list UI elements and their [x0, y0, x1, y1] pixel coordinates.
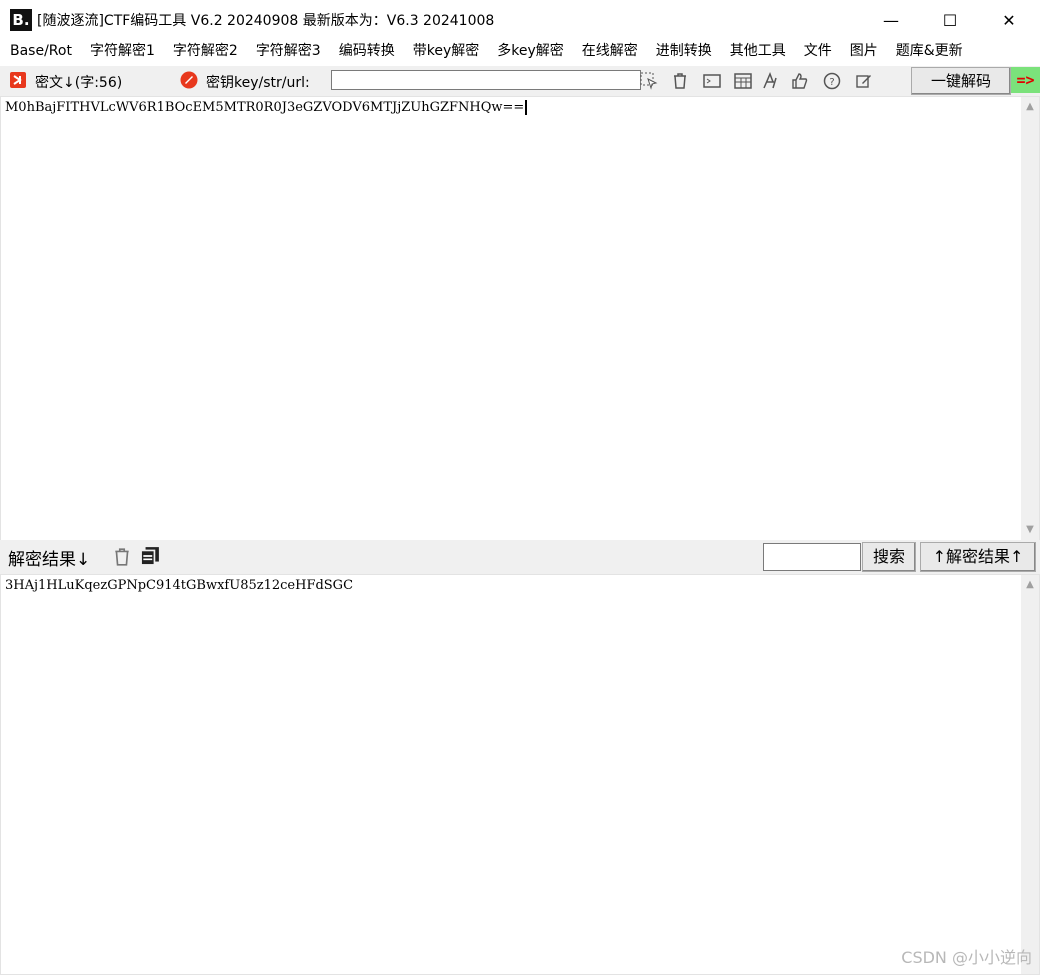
search-input[interactable] — [763, 543, 861, 571]
maximize-button[interactable]: ☐ — [921, 0, 979, 40]
menu-questions-update[interactable]: 题库&更新 — [886, 40, 963, 64]
title-bar: B. [随波逐流]CTF编码工具 V6.2 20240908 最新版本为：V6.… — [0, 0, 1040, 40]
search-button[interactable]: 搜索 — [862, 542, 916, 572]
menu-key-decode[interactable]: 带key解密 — [403, 40, 480, 64]
scroll-down-arrow-icon[interactable]: ▼ — [1021, 522, 1039, 538]
menu-image[interactable]: 图片 — [840, 40, 878, 64]
menu-file[interactable]: 文件 — [794, 40, 832, 64]
menu-other-tools[interactable]: 其他工具 — [720, 40, 786, 64]
window-title: [随波逐流]CTF编码工具 V6.2 20240908 最新版本为：V6.3 2… — [37, 13, 495, 29]
result-scrollbar[interactable]: ▲ — [1021, 575, 1039, 974]
scroll-up-arrow-icon[interactable]: ▲ — [1021, 99, 1039, 115]
menu-char-decode-1[interactable]: 字符解密1 — [80, 40, 155, 64]
result-textarea[interactable]: 3HAj1HLuKqezGPNpC914tGBwxfU85z12ceHFdSGC… — [0, 574, 1040, 975]
trash-icon[interactable] — [669, 70, 691, 92]
watermark: CSDN @小小逆向 — [901, 948, 1032, 967]
menu-char-decode-3[interactable]: 字符解密3 — [246, 40, 321, 64]
help-icon[interactable]: ? — [821, 70, 843, 92]
result-up-button[interactable]: ↑解密结果↑ — [920, 542, 1036, 572]
menu-encoding-convert[interactable]: 编码转换 — [329, 40, 395, 64]
menu-base-convert[interactable]: 进制转换 — [646, 40, 712, 64]
font-icon[interactable] — [759, 70, 781, 92]
result-text: 3HAj1HLuKqezGPNpC914tGBwxfU85z12ceHFdSGC — [5, 578, 354, 593]
app-logo-icon: B. — [10, 9, 32, 31]
menu-multi-key-decode[interactable]: 多key解密 — [487, 40, 564, 64]
cipher-scrollbar[interactable]: ▲ ▼ — [1021, 97, 1039, 540]
terminal-icon[interactable] — [701, 70, 723, 92]
menu-bar: Base/Rot 字符解密1 字符解密2 字符解密3 编码转换 带key解密 多… — [0, 40, 1040, 64]
cipher-textarea[interactable]: M0hBajFITHVLcWV6R1BOcEM5MTR0R0J3eGZVODV6… — [0, 96, 1040, 541]
table-icon[interactable] — [732, 70, 754, 92]
close-button[interactable]: ✕ — [980, 0, 1038, 40]
minimize-button[interactable]: — — [862, 0, 920, 40]
result-trash-icon[interactable] — [112, 547, 132, 571]
svg-text:?: ? — [829, 77, 834, 88]
result-scroll-up-arrow-icon[interactable]: ▲ — [1021, 577, 1039, 593]
one-click-decode-button[interactable]: 一键解码 — [911, 67, 1011, 95]
thumbs-up-icon[interactable] — [789, 70, 811, 92]
result-label: 解密结果↓ — [8, 550, 91, 570]
import-icon[interactable] — [9, 71, 27, 93]
cipher-text: M0hBajFITHVLcWV6R1BOcEM5MTR0R0J3eGZVODV6… — [5, 100, 528, 115]
menu-base-rot[interactable]: Base/Rot — [0, 40, 72, 64]
arrow-indicator[interactable]: => — [1011, 67, 1040, 93]
key-label: 密钥key/str/url: — [206, 75, 310, 91]
menu-online-decode[interactable]: 在线解密 — [572, 40, 638, 64]
cipher-label: 密文↓(字:56) — [35, 75, 123, 91]
menu-char-decode-2[interactable]: 字符解密2 — [163, 40, 238, 64]
copy-icon[interactable] — [140, 546, 160, 570]
edit-icon[interactable] — [853, 70, 875, 92]
key-input[interactable] — [331, 70, 641, 90]
cursor-select-icon[interactable] — [638, 70, 660, 92]
key-icon[interactable] — [180, 71, 198, 93]
